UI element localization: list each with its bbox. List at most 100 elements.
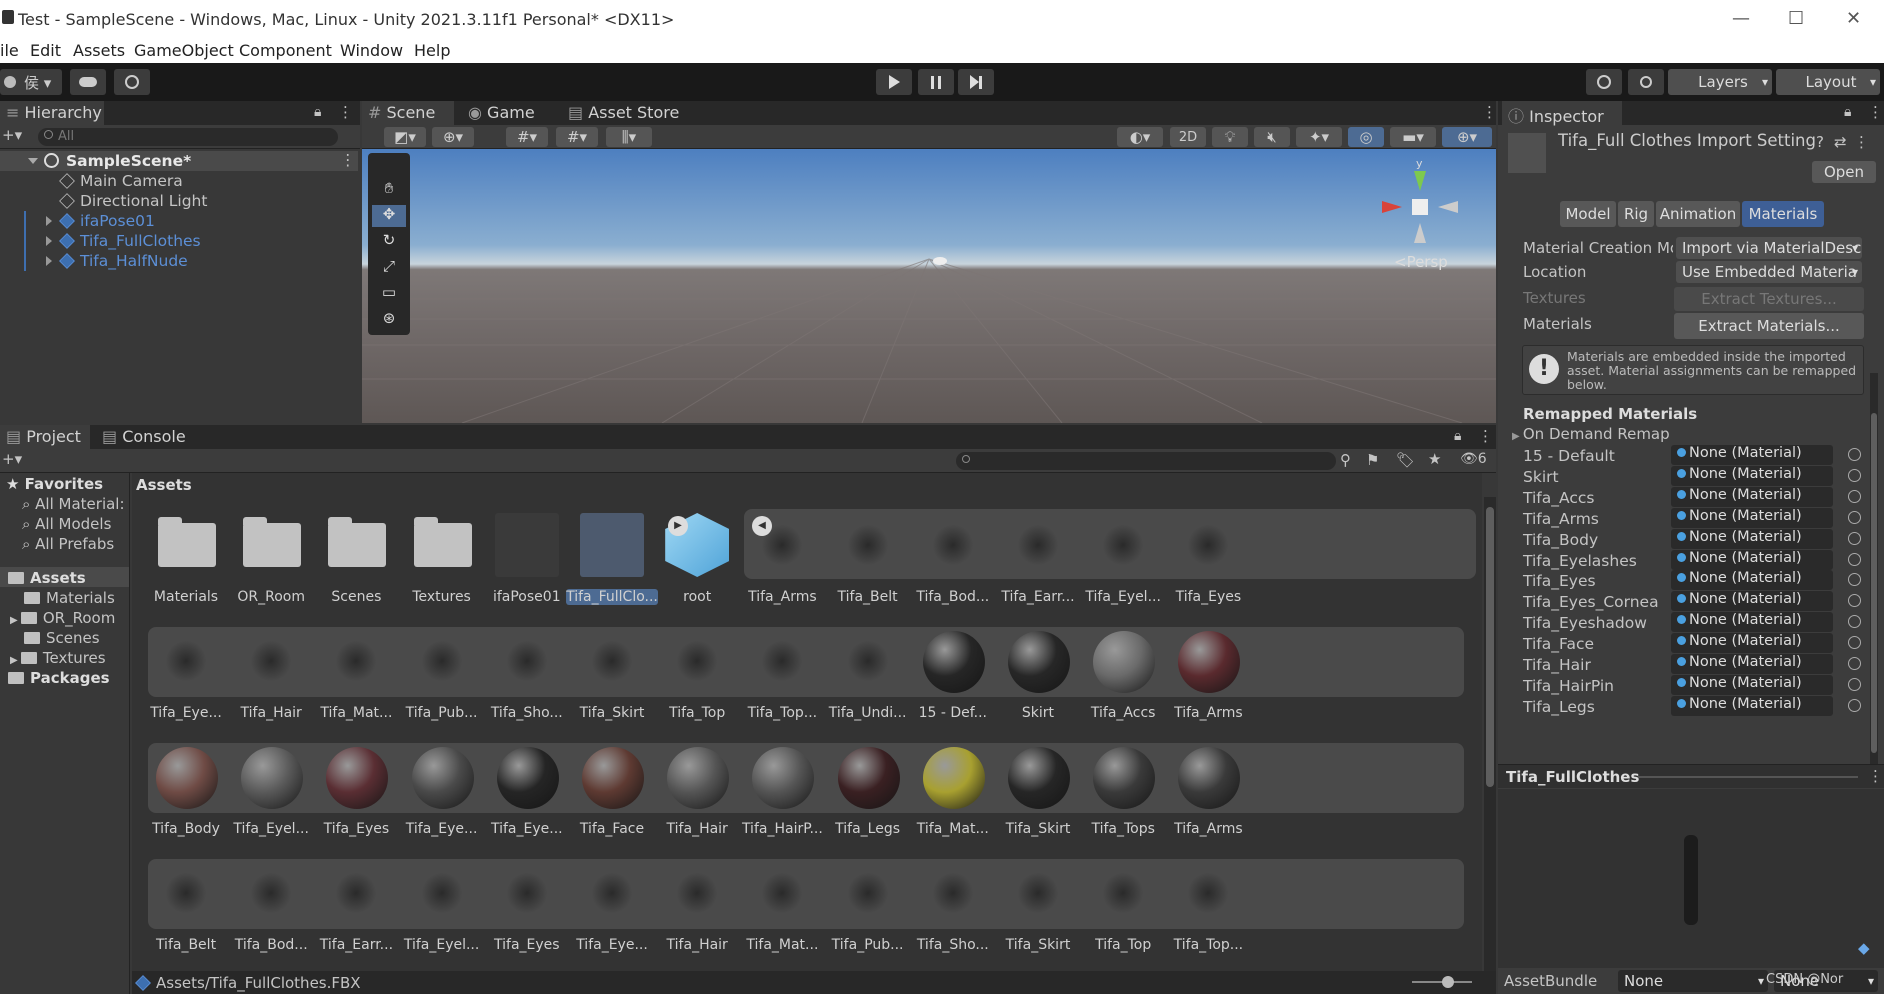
lock-icon[interactable]: 🔒︎ — [1454, 428, 1461, 444]
shading-mode-dropdown[interactable]: ◐▾ — [1117, 127, 1163, 147]
settings-more-icon[interactable]: ⋮ — [1854, 133, 1869, 151]
tree-folder-or-room[interactable]: ▶ OR_Room — [10, 609, 115, 627]
asset-item[interactable]: Tifa_Pub... — [822, 857, 914, 957]
help-icon[interactable]: ? — [1816, 133, 1824, 151]
asset-item[interactable]: Tifa_Accs — [1077, 625, 1169, 725]
object-picker-icon[interactable] — [1848, 677, 1861, 691]
asset-item[interactable]: Tifa_Sho... — [907, 857, 999, 957]
rect-tool-button[interactable]: ▭ — [372, 283, 406, 305]
expand-icon[interactable] — [46, 256, 52, 266]
menu-assets[interactable]: Assets — [73, 41, 125, 60]
material-object-field[interactable]: None (Material) — [1671, 654, 1833, 674]
scrollbar-thumb[interactable] — [1486, 507, 1494, 787]
material-object-field[interactable]: None (Material) — [1671, 695, 1833, 716]
preview-more-icon[interactable]: ⋮ — [1868, 767, 1883, 785]
object-picker-icon[interactable] — [1848, 531, 1861, 545]
hierarchy-item-main-camera[interactable]: Main Camera — [0, 171, 358, 191]
tab-inspector[interactable]: ⓘ Inspector — [1502, 101, 1622, 126]
asset-item[interactable]: Tifa_Arms — [736, 509, 828, 609]
asset-item[interactable]: 15 - Def... — [907, 625, 999, 725]
open-button[interactable]: Open — [1812, 161, 1876, 183]
object-picker-icon[interactable] — [1848, 510, 1861, 524]
asset-item[interactable]: Tifa_Eyes — [1162, 509, 1254, 609]
material-object-field[interactable]: None (Material) — [1671, 674, 1833, 695]
favorite-all-models[interactable]: ⌕ All Models — [22, 515, 111, 533]
asset-item[interactable]: Tifa_Bod... — [225, 857, 317, 957]
maximize-button[interactable]: ☐ — [1788, 8, 1804, 29]
asset-item[interactable]: root — [651, 509, 743, 609]
favorites-header[interactable]: ★ Favorites — [6, 475, 103, 493]
menu-window[interactable]: Window — [340, 41, 403, 60]
expand-icon[interactable] — [46, 236, 52, 246]
asset-item[interactable]: Tifa_Eyel... — [225, 741, 317, 841]
gizmos-dropdown[interactable]: ⊕▾ — [1442, 127, 1492, 147]
location-dropdown[interactable]: Use Embedded Materia — [1676, 261, 1862, 283]
material-object-field[interactable]: None (Material) — [1671, 591, 1833, 612]
asset-item[interactable]: Tifa_Legs — [822, 741, 914, 841]
menu-help[interactable]: Help — [414, 41, 450, 60]
material-object-field[interactable]: None (Material) — [1671, 465, 1833, 486]
asset-item[interactable]: Textures — [396, 509, 488, 609]
asset-item[interactable]: Tifa_Skirt — [992, 857, 1084, 957]
asset-item[interactable]: Tifa_Belt — [822, 509, 914, 609]
more-icon[interactable]: ⋮ — [338, 103, 353, 121]
material-object-field[interactable]: None (Material) — [1671, 633, 1833, 654]
material-object-field[interactable]: None (Material) — [1671, 528, 1833, 549]
create-icon[interactable]: +▾ — [2, 450, 22, 468]
hierarchy-item-ifapose01[interactable]: ifaPose01 — [0, 211, 358, 231]
favorite-icon[interactable]: ★ — [1428, 450, 1441, 468]
object-picker-icon[interactable] — [1848, 448, 1861, 461]
asset-item[interactable]: Tifa_Belt — [140, 857, 232, 957]
asset-item[interactable]: Tifa_Top — [651, 625, 743, 725]
lock-icon[interactable]: 🔒︎ — [1844, 104, 1851, 120]
global-toggle[interactable]: ⊕▾ — [432, 127, 474, 147]
asset-item[interactable]: Tifa_Eye... — [481, 741, 573, 841]
more-icon[interactable]: ⋮ — [1868, 103, 1883, 121]
scene-viewport[interactable]: ✋︎ ✥ ↻ ⤢ ▭ ⊛ y <Persp — [362, 149, 1496, 423]
asset-item[interactable]: Tifa_Pub... — [396, 625, 488, 725]
object-picker-icon[interactable] — [1848, 573, 1861, 587]
lighting-toggle-button[interactable]: 💡︎ — [1212, 127, 1248, 147]
asset-item[interactable]: Tifa_Mat... — [907, 741, 999, 841]
asset-item[interactable]: Tifa_Body — [140, 741, 232, 841]
asset-item[interactable]: Tifa_Skirt — [992, 741, 1084, 841]
tab-animation[interactable]: Animation — [1656, 201, 1740, 227]
material-object-field[interactable]: None (Material) — [1671, 612, 1833, 633]
scale-tool-button[interactable]: ⤢ — [372, 257, 406, 279]
tree-folder-textures[interactable]: ▶ Textures — [10, 649, 106, 667]
menu-file[interactable]: ile — [0, 41, 19, 60]
asset-item[interactable]: Tifa_HairP... — [736, 741, 828, 841]
object-picker-icon[interactable] — [1848, 636, 1861, 650]
breadcrumb-assets[interactable]: Assets — [136, 476, 192, 494]
minimize-button[interactable]: — — [1732, 8, 1750, 29]
menu-gameobject[interactable]: GameObject — [134, 41, 234, 60]
asset-item[interactable]: Materials — [140, 509, 232, 609]
collab-button[interactable] — [114, 69, 150, 95]
audio-toggle-button[interactable]: 🔇︎ — [1254, 127, 1290, 147]
object-picker-icon[interactable] — [1848, 468, 1861, 482]
tab-asset-store[interactable]: ▤ Asset Store — [562, 101, 682, 125]
material-object-field[interactable]: None (Material) — [1671, 507, 1833, 528]
tree-folder-scenes[interactable]: Scenes — [24, 629, 100, 647]
more-icon[interactable]: ⋮ — [1478, 427, 1493, 445]
asset-item[interactable]: Tifa_Hair — [225, 625, 317, 725]
extract-materials-button[interactable]: Extract Materials... — [1674, 313, 1864, 339]
material-object-field[interactable]: None (Material) — [1671, 486, 1833, 507]
asset-item[interactable]: Tifa_Sho... — [481, 625, 573, 725]
tab-game[interactable]: ◉ Game — [462, 101, 542, 125]
preset-icon[interactable]: ⇄ — [1834, 133, 1847, 151]
effects-dropdown[interactable]: ✦▾ — [1296, 127, 1342, 147]
material-object-field[interactable]: None (Material) — [1671, 445, 1833, 465]
asset-item[interactable]: OR_Room — [225, 509, 317, 609]
step-button[interactable] — [958, 69, 994, 95]
tree-packages[interactable]: Packages — [8, 669, 110, 687]
tab-hierarchy[interactable]: ≡ Hierarchy — [0, 101, 104, 125]
2d-toggle-button[interactable]: 2D — [1170, 127, 1206, 147]
asset-item[interactable]: Tifa_Top — [1077, 857, 1169, 957]
asset-item[interactable]: Tifa_Eye... — [566, 857, 658, 957]
search-button[interactable] — [1628, 69, 1664, 95]
move-tool-button[interactable]: ✥ — [372, 205, 406, 227]
layers-dropdown[interactable]: Layers — [1668, 69, 1772, 95]
tab-project[interactable]: ▤ Project — [0, 425, 90, 449]
asset-item[interactable]: Tifa_Eyel... — [396, 857, 488, 957]
